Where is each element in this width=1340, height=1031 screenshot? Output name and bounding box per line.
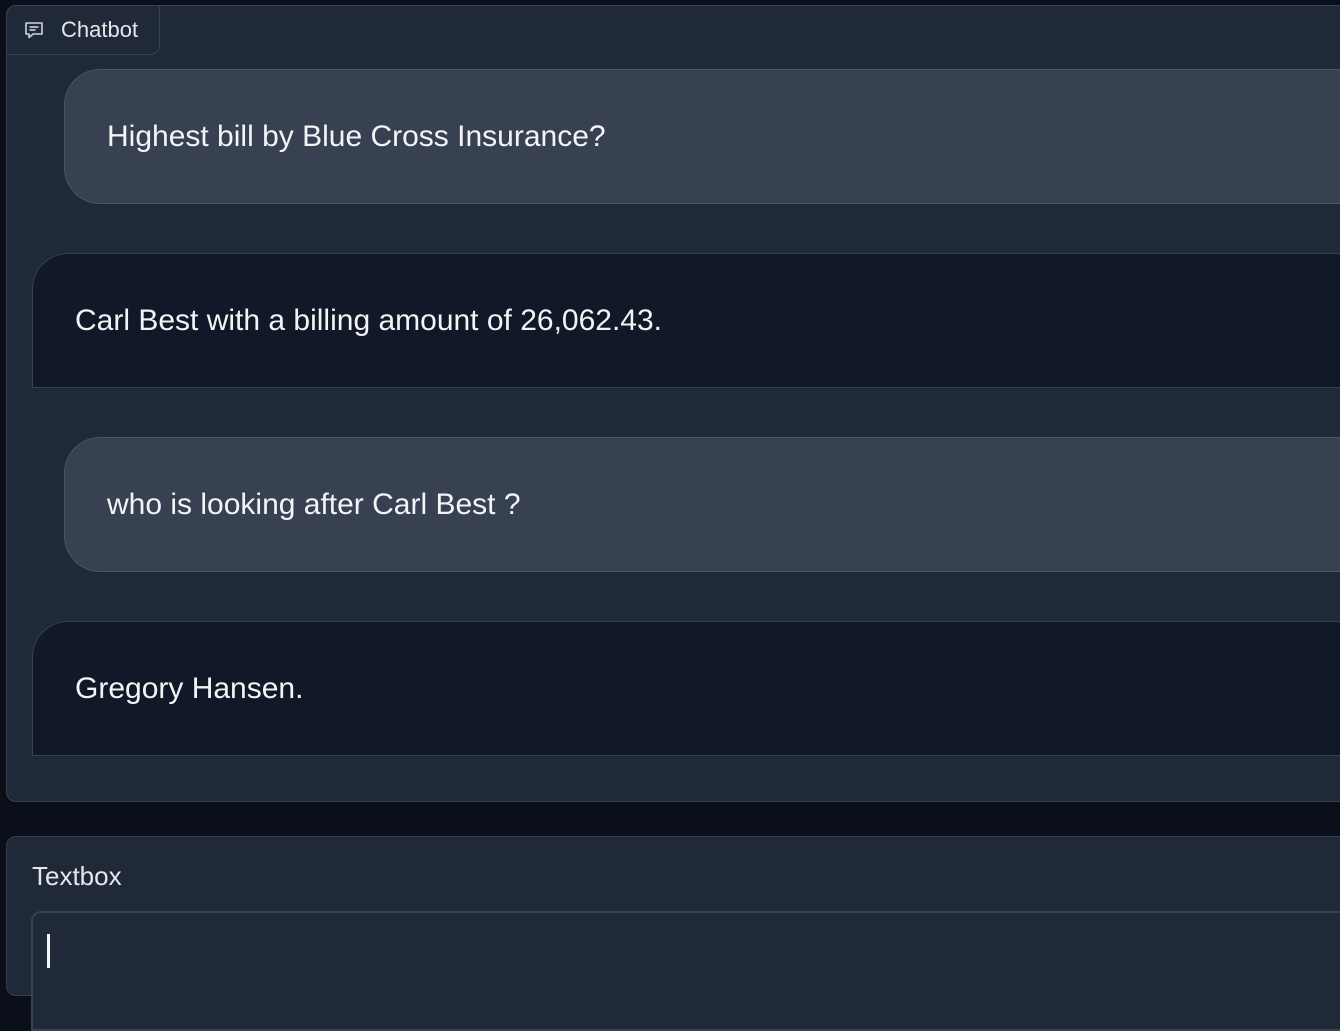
bot-message: Carl Best with a billing amount of 26,06… bbox=[32, 253, 1340, 388]
message-text: Highest bill by Blue Cross Insurance? bbox=[107, 119, 606, 153]
message-text: Gregory Hansen. bbox=[75, 671, 304, 705]
message-text: Carl Best with a billing amount of 26,06… bbox=[75, 303, 663, 337]
textbox-panel: Textbox bbox=[6, 836, 1340, 1031]
user-message: who is looking after Carl Best ? bbox=[64, 437, 1340, 572]
user-message: Highest bill by Blue Cross Insurance? bbox=[64, 69, 1340, 204]
message-text: who is looking after Carl Best ? bbox=[107, 487, 521, 521]
textbox-label: Textbox bbox=[32, 861, 122, 891]
chatbot-label: Chatbot bbox=[61, 17, 139, 42]
bot-message: Gregory Hansen. bbox=[32, 621, 1340, 756]
chatbot-label-tab: Chatbot bbox=[6, 5, 160, 55]
chatbot-panel: Chatbot Highest bill by Blue Cross Insur… bbox=[6, 5, 1340, 802]
text-cursor bbox=[47, 934, 50, 968]
chat-icon bbox=[23, 19, 45, 41]
message-input[interactable] bbox=[31, 911, 1340, 1031]
